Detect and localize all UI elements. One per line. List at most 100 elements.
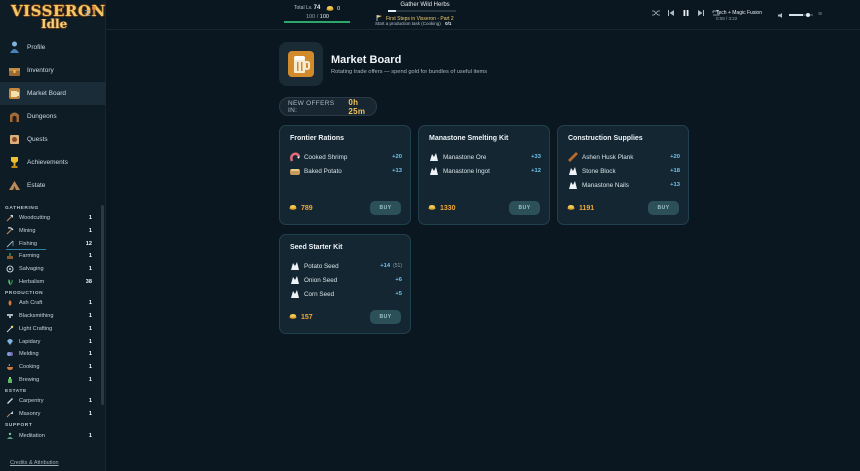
notification-dot [92,6,96,10]
skill-woodcutting[interactable]: Woodcutting 1 [0,212,100,225]
offer-item-name: Onion Seed [304,276,338,284]
page-subtitle: Rotating trade offers — spend gold for b… [331,69,488,75]
buy-button[interactable]: BUY [370,201,401,215]
skill-carpentry[interactable]: Carpentry 1 [0,395,100,408]
current-activity[interactable]: Gather Wild Herbs [378,2,472,8]
pause-icon[interactable] [681,8,690,17]
offer-title: Seed Starter Kit [290,244,343,251]
next-track-icon[interactable] [696,8,705,17]
nav-item-inventory[interactable]: Inventory [0,59,106,82]
hp-current: 100 [306,14,316,20]
plank-icon [566,151,579,164]
offer-card-construction-supplies: Construction Supplies Ashen Husk Plank +… [557,125,689,225]
shuffle-icon[interactable] [651,8,660,17]
skill-melding[interactable]: Melding 1 [0,348,100,361]
nav-item-estate[interactable]: Estate [0,174,106,197]
new-offers-time: 0h 25m [348,97,366,116]
offer-title: Frontier Rations [290,135,345,142]
buy-button[interactable]: BUY [370,310,401,324]
page-title: Market Board [331,54,402,66]
volume-slider[interactable] [789,13,813,17]
skill-salvaging[interactable]: Salvaging 1 [0,263,100,276]
quest-objective-text: Start a production task (Cooking) [375,21,441,26]
skill-level: 1 [88,376,92,383]
trowel-icon [6,410,14,418]
nav-item-market-board[interactable]: Market Board [0,82,106,105]
total-level: Total Lv. 74 [294,5,320,11]
offer-card-manastone-smelting-kit: Manastone Smelting Kit Manastone Ore +33… [418,125,550,225]
skill-level: 1 [88,432,92,439]
nav-label: Market Board [27,90,67,97]
farming-icon [6,252,14,260]
skill-farming[interactable]: Farming 1 [0,250,100,263]
nav-item-achievements[interactable]: Achievements [0,151,106,174]
previous-track-icon[interactable] [666,8,675,17]
nav-item-profile[interactable]: Profile [0,36,106,59]
skill-mining[interactable]: Mining 1 [0,225,100,238]
skill-cooking[interactable]: Cooking 1 [0,361,100,374]
music-player [651,8,720,17]
volume-icon[interactable] [778,6,785,24]
buy-button[interactable]: BUY [648,201,679,215]
offer-item: Potato Seed +14 (51) [288,259,402,273]
gold-coins-icon [428,204,436,212]
dungeon-icon [8,110,21,123]
offer-item: Manastone Ore +33 [427,150,541,164]
volume-knob[interactable] [806,13,810,17]
skill-blacksmithing[interactable]: Blacksmithing 1 [0,310,100,323]
fishing-rod-icon [6,240,14,248]
gold-coins-icon [567,204,575,212]
hp-display: 100 / 100 [306,14,329,20]
skill-herbalism[interactable]: Herbalism 38 [0,275,100,288]
ash-craft-icon [6,299,14,307]
offer-item-qty: +33 [531,154,541,160]
skill-name: Blacksmithing [19,313,54,320]
offer-title: Construction Supplies [568,135,643,142]
skill-level: 1 [88,228,92,235]
offer-item-qty: +13 [670,182,680,188]
skill-light-crafting[interactable]: Light Crafting 1 [0,323,100,336]
credits-link[interactable]: Credits & Attribution [10,460,59,466]
skill-name: Carpentry [19,398,44,405]
playlist-icon[interactable]: ≡ [818,11,826,19]
offer-card-frontier-rations: Frontier Rations Cooked Shrimp +20 Baked… [279,125,411,225]
sidebar-scrollbar[interactable] [101,205,104,405]
volume-control[interactable] [778,11,818,19]
offer-title: Manastone Smelting Kit [429,135,509,142]
skill-level: 38 [85,278,92,285]
app-logo[interactable]: VISSERON Idle [9,2,105,34]
sidebar-toggle-icon[interactable]: ☰ [84,10,92,18]
skill-name: Mining [19,228,36,235]
skill-name: Melding [19,351,39,358]
offer-item-qty: +14 (51) [380,263,402,269]
skill-meditation[interactable]: Meditation 1 [0,429,100,442]
brewing-icon [6,376,14,384]
skill-level: 1 [88,410,92,417]
skill-ash-craft[interactable]: Ash Craft 1 [0,297,100,310]
skill-fishing[interactable]: Fishing 12 [0,237,100,251]
buy-button[interactable]: BUY [509,201,540,215]
skill-brewing[interactable]: Brewing 1 [0,373,100,386]
gem-icon [6,338,14,346]
gold-coins-icon [289,313,297,321]
activity-progress-bar [388,10,456,12]
offer-item-name: Manastone Ore [443,153,487,161]
light-craft-icon [6,325,14,333]
skill-masonry[interactable]: Masonry 1 [0,408,100,421]
nav-label: Dungeons [27,113,57,120]
skill-name: Ash Craft [19,300,43,307]
offer-card-seed-starter-kit: Seed Starter Kit Potato Seed +14 (51) Oni… [279,234,411,334]
offer-price: 789 [289,204,313,212]
section-gathering-title: GATHERING [5,206,39,211]
nav-item-quests[interactable]: Quests [0,128,106,151]
skill-lapidary[interactable]: Lapidary 1 [0,335,100,348]
gold-coins-icon [326,5,334,13]
quest-progress: 0/1 [445,21,452,26]
offer-item-qty-value: +14 [380,263,391,269]
offer-item: Manastone Nails +13 [566,178,680,192]
skill-name: Brewing [19,376,40,383]
offer-item-qty: +12 [531,168,541,174]
skill-name: Light Crafting [19,325,53,332]
nav-item-dungeons[interactable]: Dungeons [0,105,106,128]
shrimp-icon [288,151,301,164]
